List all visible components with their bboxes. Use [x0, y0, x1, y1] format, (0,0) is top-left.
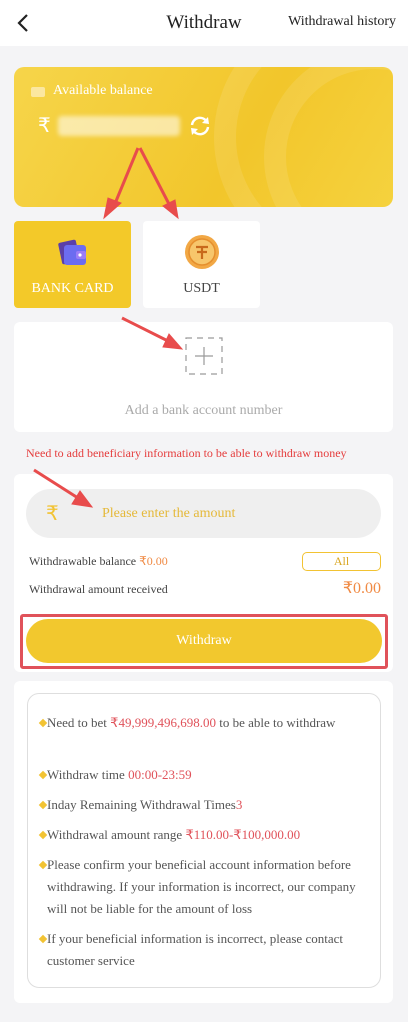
refresh-icon[interactable]: [188, 114, 212, 138]
usdt-coin-icon: [185, 235, 219, 269]
amount-input-wrap[interactable]: ₹: [26, 489, 381, 538]
rules-panel: Need to bet ₹49,999,496,698.00 to be abl…: [14, 681, 393, 1003]
rule-text: If your beneficial information is incorr…: [47, 931, 343, 968]
withdrawable-label: Withdrawable balance: [29, 554, 140, 568]
bullet-icon: [38, 770, 48, 780]
received-label: Withdrawal amount received: [29, 582, 168, 596]
rule-text: Withdrawal amount range: [47, 827, 186, 842]
rule-highlight: 3: [235, 797, 243, 812]
amount-input[interactable]: [102, 499, 362, 529]
rupee-icon: ₹: [46, 503, 59, 525]
rule-text: Inday Remaining Withdrawal Times: [47, 797, 236, 812]
balance-label: Available balance: [53, 83, 153, 98]
add-icon[interactable]: [185, 337, 223, 375]
bullet-icon: [38, 718, 48, 728]
header-bar: Withdraw Withdrawal history: [0, 0, 408, 46]
bullet-icon: [38, 860, 48, 870]
method-usdt[interactable]: USDT: [143, 221, 260, 308]
received-value: ₹0.00: [342, 580, 381, 597]
bank-card-icon: [58, 239, 86, 265]
withdrawal-history-link[interactable]: Withdrawal history: [288, 14, 396, 30]
method-label: USDT: [183, 281, 220, 296]
rule-text: Please confirm your beneficial account i…: [47, 857, 356, 916]
add-account-label: Add a bank account number: [124, 403, 283, 418]
rule-item: Withdraw time 00:00-23:59: [38, 764, 367, 786]
rule-text: Withdraw time: [47, 767, 129, 782]
balance-amount-blurred: [58, 116, 180, 136]
rules-list: Need to bet ₹49,999,496,698.00 to be abl…: [27, 693, 381, 988]
rule-item: Withdrawal amount range ₹110.00-₹100,000…: [38, 824, 367, 846]
rule-text: Need to bet: [47, 715, 111, 730]
wallet-icon: [31, 87, 45, 97]
rule-item: If your beneficial information is incorr…: [38, 928, 367, 972]
rule-highlight: ₹110.00-₹100,000.00: [185, 827, 301, 842]
withdrawable-value: ₹0.00: [139, 554, 168, 568]
bullet-icon: [38, 830, 48, 840]
withdrawable-balance-row: Withdrawable balance ₹0.00: [29, 554, 168, 569]
all-button[interactable]: All: [302, 552, 381, 571]
withdraw-button[interactable]: Withdraw: [26, 619, 382, 663]
balance-card: Available balance ₹: [14, 67, 393, 207]
method-label: BANK CARD: [31, 281, 114, 296]
rule-item: Need to bet ₹49,999,496,698.00 to be abl…: [38, 712, 367, 734]
back-arrow-icon[interactable]: [14, 10, 34, 36]
balance-currency: ₹: [38, 115, 51, 137]
add-bank-account[interactable]: Add a bank account number: [14, 322, 393, 432]
method-bank-card[interactable]: BANK CARD: [14, 221, 131, 308]
rule-item: Please confirm your beneficial account i…: [38, 854, 367, 920]
beneficiary-notice: Need to add beneficiary information to b…: [26, 446, 347, 460]
amount-panel: ₹ Withdrawable balance ₹0.00 All Withdra…: [14, 474, 393, 672]
rule-text: to be able to withdraw: [215, 715, 336, 730]
rule-item: Inday Remaining Withdrawal Times3: [38, 794, 367, 816]
bullet-icon: [38, 800, 48, 810]
rule-highlight: ₹49,999,496,698.00: [110, 715, 216, 730]
rule-highlight: 00:00-23:59: [128, 767, 192, 782]
bullet-icon: [38, 934, 48, 944]
